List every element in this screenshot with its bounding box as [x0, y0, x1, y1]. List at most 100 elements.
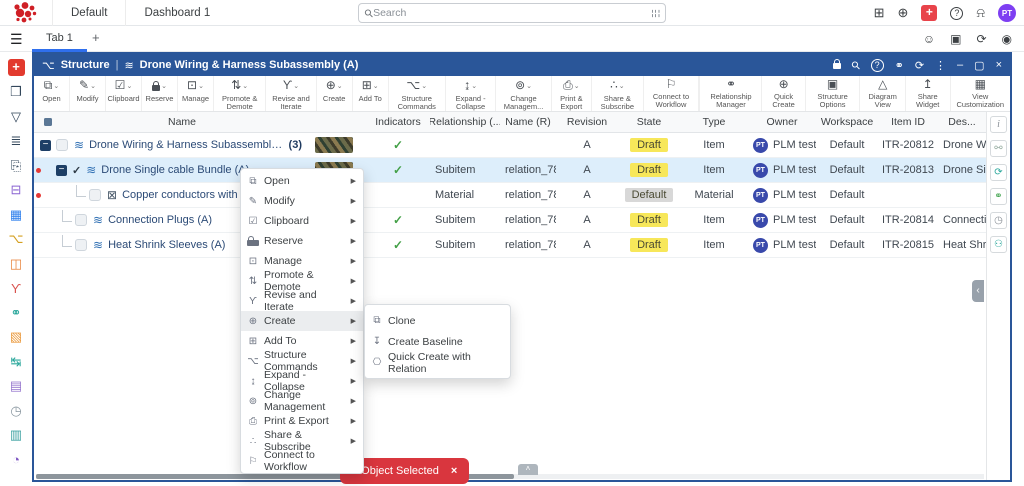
add-circle-button[interactable]: ⊕: [897, 5, 908, 21]
menu-item-create[interactable]: ⊕ Create ▶: [241, 311, 363, 331]
workspace-tab-default[interactable]: Default: [52, 0, 125, 26]
column-header-name[interactable]: Name: [62, 112, 302, 132]
column-header-indicators[interactable]: Indicators: [366, 112, 430, 132]
menu-item-modify[interactable]: ✎ Modify ▶: [241, 191, 363, 211]
panel-unlink-button[interactable]: ⚯: [990, 140, 1007, 157]
menu-item-connect-to-workflow[interactable]: ⚐ Connect to Workflow: [241, 449, 363, 473]
toolbar-promote-demote[interactable]: ⇅ ⌄ Promote & Demote: [214, 76, 267, 111]
row-checkbox[interactable]: [56, 139, 68, 151]
help-button[interactable]: ?: [950, 6, 964, 20]
toolbar-add-to[interactable]: ⊞ ⌄ Add To: [353, 76, 389, 111]
menu-item-add-to[interactable]: ⊞ Add To ▶: [241, 331, 363, 351]
window-minimize-icon[interactable]: –: [957, 59, 963, 71]
sidebar-item-filter[interactable]: ▽: [4, 105, 28, 128]
panel-info-button[interactable]: i: [990, 116, 1007, 133]
window-more-icon[interactable]: ⋮: [935, 59, 946, 72]
toolbar-quick-create[interactable]: ⊕ Quick Create: [761, 76, 804, 111]
sidebar-item-chart[interactable]: ▥: [4, 424, 28, 447]
toast-close-icon[interactable]: ×: [451, 465, 457, 477]
row-checkbox[interactable]: [75, 239, 87, 251]
menu-item-share-subscribe[interactable]: ∴ Share & Subscribe ▶: [241, 429, 363, 453]
sidebar-item-form[interactable]: ⊟: [4, 179, 28, 202]
toolbar-change-managem-[interactable]: ⊚ ⌄ Change Managem...: [496, 76, 552, 111]
menu-item-change-management[interactable]: ⊚ Change Management ▶: [241, 389, 363, 413]
toolbar-modify[interactable]: ✎ ⌄ Modify: [70, 76, 106, 111]
sidebar-item-converge[interactable]: ↹: [4, 350, 28, 373]
notifications-button[interactable]: ⍾: [976, 5, 985, 21]
column-header-relationship-[interactable]: Relationship (...: [430, 112, 500, 132]
toolbar-revise-and-iterate[interactable]: ϒ ⌄ Revise and Iterate: [266, 76, 317, 111]
menu-item-reserve[interactable]: Reserve ▶: [241, 231, 363, 251]
toolbar-clipboard[interactable]: ☑ ⌄ Clipboard: [106, 76, 142, 111]
column-select-all[interactable]: [34, 112, 62, 132]
toolbar-share-widget[interactable]: ↥ Share Widget: [904, 76, 950, 111]
menu-item-print-export[interactable]: ⎙ Print & Export ▶: [241, 411, 363, 431]
column-header-name-r-[interactable]: Name (R): [500, 112, 556, 132]
tree-expander[interactable]: −: [56, 164, 67, 176]
global-search[interactable]: ⚲ ☷: [358, 3, 666, 23]
window-titlebar[interactable]: ⌥ Structure | ≋ Drone Wiring & Harness S…: [34, 54, 1010, 76]
toolbar-structure-commands[interactable]: ⌥ ⌄ Structure Commands: [389, 76, 446, 111]
sidebar-item-notes[interactable]: ▤: [4, 375, 28, 398]
panel-team-button[interactable]: ⚇: [990, 236, 1007, 253]
row-checkbox[interactable]: [89, 189, 101, 201]
assistant-button[interactable]: ☺: [923, 32, 935, 46]
submenu-item-quick-create-with-relation[interactable]: ⎔ Quick Create with Relation: [365, 351, 510, 375]
window-help-icon[interactable]: ?: [870, 58, 884, 72]
apps-button[interactable]: ⊞: [874, 5, 885, 21]
sidebar-item-org-chart[interactable]: ⌥: [4, 228, 28, 251]
sidebar-item-history[interactable]: ◷: [4, 399, 28, 422]
tab-tab1[interactable]: Tab 1: [32, 26, 87, 52]
briefcase-button[interactable]: ▣: [950, 32, 961, 46]
toolbar-view-customization[interactable]: ▦ View Customization: [949, 76, 1010, 111]
menu-item-structure-commands[interactable]: ⌥ Structure Commands ▶: [241, 349, 363, 373]
select-all-checkbox[interactable]: [44, 118, 52, 126]
add-tab-button[interactable]: +: [92, 30, 100, 45]
preview-button[interactable]: ◉: [1002, 32, 1012, 46]
toolbar-structure-options[interactable]: ▣ Structure Options: [804, 76, 860, 111]
toolbar-create[interactable]: ⊕ ⌄ Create: [317, 76, 353, 111]
menu-item-open[interactable]: ⧉ Open ▶: [241, 171, 363, 191]
search-filter-icon[interactable]: ☷: [649, 9, 660, 18]
search-input[interactable]: [373, 7, 651, 19]
table-row[interactable]: ≋ Connection Plugs (A) ✓ Subitem relation_78…: [34, 208, 986, 233]
column-header-des-[interactable]: Des...: [938, 112, 986, 132]
table-row[interactable]: − ✓ ≋ Drone Single cable Bundle (A) ✓ Subitem…: [34, 158, 986, 183]
window-link-icon[interactable]: ⚭: [895, 59, 904, 72]
toolbar-connect-to-workflow[interactable]: ⚐ Connect to Workflow: [644, 76, 700, 111]
sidebar-item-table[interactable]: ▦: [4, 203, 28, 226]
column-header-type[interactable]: Type: [680, 112, 748, 132]
panel-sync-button[interactable]: ⟳: [990, 164, 1007, 181]
menu-item-expand-collapse[interactable]: ↨ Expand - Collapse ▶: [241, 369, 363, 393]
column-header-thumbnail[interactable]: [302, 112, 366, 132]
row-checkbox[interactable]: [75, 214, 87, 226]
toolbar-share-subscribe[interactable]: ∴ ⌄ Share & Subscribe: [592, 76, 644, 111]
column-header-workspace[interactable]: Workspace: [816, 112, 878, 132]
sidebar-item-folder[interactable]: ❒: [4, 81, 28, 104]
sidebar-item-list[interactable]: ≣: [4, 130, 28, 153]
toolbar-manage[interactable]: ⊡ ⌄ Manage: [178, 76, 214, 111]
menu-item-revise-and-iterate[interactable]: ϒ Revise and Iterate ▶: [241, 289, 363, 313]
horizontal-scrollbar[interactable]: [36, 474, 984, 479]
window-close-icon[interactable]: ×: [996, 59, 1002, 71]
sidebar-item-branch[interactable]: ϒ: [4, 277, 28, 300]
toolbar-reserve[interactable]: ⌄ Reserve: [142, 76, 178, 111]
table-row[interactable]: ≋ Heat Shrink Sleeves (A) ✓ Subitem relation…: [34, 233, 986, 258]
toolbar-diagram-view[interactable]: △ Diagram View: [859, 76, 904, 111]
scroll-up-button[interactable]: ˄: [518, 464, 538, 475]
sidebar-item-add-new[interactable]: +: [4, 56, 28, 79]
submenu-item-clone[interactable]: ⧉ Clone: [365, 310, 510, 331]
sidebar-item-kanban[interactable]: ◫: [4, 252, 28, 275]
sidebar-item-workflow-map[interactable]: ⚭: [4, 301, 28, 324]
column-header-owner[interactable]: Owner: [748, 112, 816, 132]
window-search-icon[interactable]: ⚲: [849, 58, 863, 72]
toolbar-relationship-manager[interactable]: ⚭ Relationship Manager: [699, 76, 761, 111]
submenu-item-create-baseline[interactable]: ↧ Create Baseline: [365, 331, 510, 352]
toolbar-expand-collapse[interactable]: ↨ ⌄ Expand - Collapse: [446, 76, 497, 111]
menu-item-clipboard[interactable]: ☑ Clipboard ▶: [241, 211, 363, 231]
panel-link-button[interactable]: ⚭: [990, 188, 1007, 205]
table-row[interactable]: − ≋ Drone Wiring & Harness Subassembly (A)…: [34, 133, 986, 158]
sidebar-item-clipboard-doc[interactable]: ⎘: [4, 154, 28, 177]
window-refresh-icon[interactable]: ⟳: [915, 59, 924, 72]
menu-item-promote-demote[interactable]: ⇅ Promote & Demote ▶: [241, 269, 363, 293]
